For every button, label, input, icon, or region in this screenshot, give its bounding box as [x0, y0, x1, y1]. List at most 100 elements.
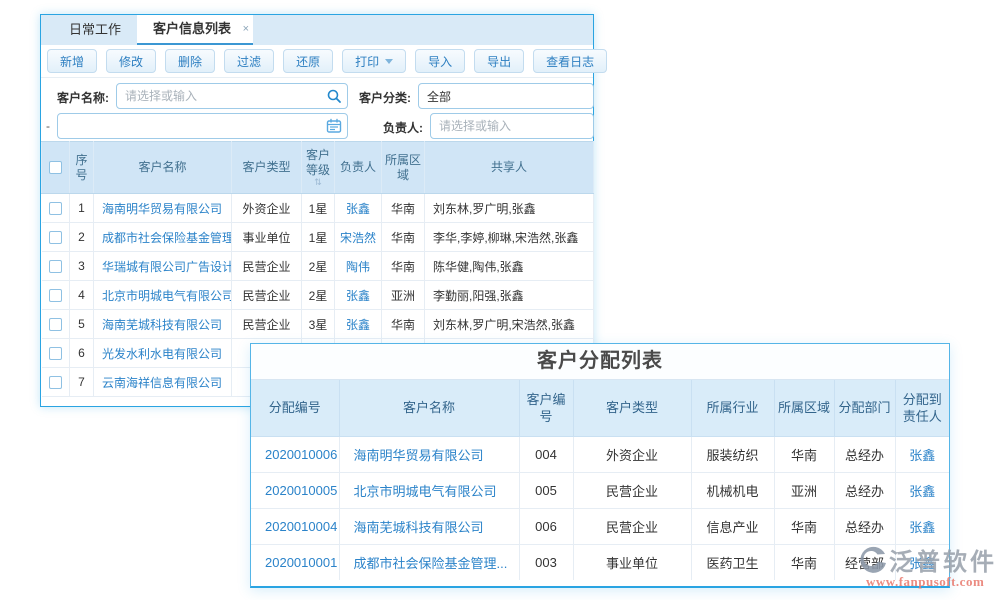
cell-no: 6 — [70, 339, 94, 368]
cell-customer-level: 2星 — [302, 281, 335, 310]
cell-customer-name[interactable]: 海南明华贸易有限公司 — [339, 436, 519, 472]
cell-customer-name[interactable]: 云南海祥信息有限公司 — [94, 368, 232, 397]
cell-region: 华南 — [774, 544, 834, 580]
calendar-icon[interactable] — [326, 118, 342, 134]
row-checkbox[interactable] — [49, 202, 62, 215]
close-icon[interactable]: × — [243, 16, 249, 43]
customer-level-label: 客户等级 — [306, 148, 330, 177]
cell-customer-level: 3星 — [302, 310, 335, 339]
row-checkbox[interactable] — [49, 260, 62, 273]
table-row[interactable]: 2020010005 北京市明城电气有限公司 005 民营企业 机械机电 亚洲 … — [251, 472, 949, 508]
table-row[interactable]: 2020010004 海南芜城科技有限公司 006 民营企业 信息产业 华南 总… — [251, 508, 949, 544]
row-checkbox[interactable] — [49, 231, 62, 244]
edit-button[interactable]: 修改 — [106, 49, 156, 73]
cell-allocation-id[interactable]: 2020010004 — [251, 508, 339, 544]
col-department: 分配部门 — [834, 380, 895, 436]
sort-icon[interactable]: ⇅ — [303, 178, 333, 187]
cell-assignee[interactable]: 张鑫 — [895, 436, 949, 472]
customer-allocation-window: 客户分配列表 分配编号 客户名称 客户编号 客户类型 所属行业 所属区域 分配部… — [250, 343, 950, 588]
import-button[interactable]: 导入 — [415, 49, 465, 73]
cell-customer-name[interactable]: 海南芜城科技有限公司 — [94, 310, 232, 339]
tab-bar: 日常工作 客户信息列表 × — [41, 15, 593, 45]
table-row[interactable]: 5 海南芜城科技有限公司 民营企业 3星 张鑫 华南 刘东林,罗广明,宋浩然,张… — [42, 310, 594, 339]
table-row[interactable]: 2020010001 成都市社会保险基金管理... 003 事业单位 医药卫生 … — [251, 544, 949, 580]
cell-owner[interactable]: 陶伟 — [335, 252, 382, 281]
print-button[interactable]: 打印 — [342, 49, 406, 73]
toolbar: 新增 修改 删除 过滤 还原 打印 导入 导出 查看日志 — [41, 45, 593, 78]
tab-daily-work[interactable]: 日常工作 — [53, 15, 137, 45]
col-region: 所属区域 — [382, 142, 425, 194]
cell-no: 7 — [70, 368, 94, 397]
watermark-brand: 泛普软件 — [889, 542, 997, 577]
allocation-header-row: 分配编号 客户名称 客户编号 客户类型 所属行业 所属区域 分配部门 分配到责任… — [251, 380, 949, 436]
col-allocation-id: 分配编号 — [251, 380, 339, 436]
cell-department: 总经办 — [834, 436, 895, 472]
cell-customer-name[interactable]: 华瑞城有限公司广告设计部 — [94, 252, 232, 281]
customer-category-select[interactable] — [418, 83, 594, 109]
cell-customer-level: 1星 — [302, 223, 335, 252]
customer-name-input[interactable] — [116, 83, 348, 109]
cell-no: 3 — [70, 252, 94, 281]
cell-customer-name[interactable]: 成都市社会保险基金管理... — [339, 544, 519, 580]
cell-customer-type: 民营企业 — [573, 472, 691, 508]
cell-shared: 陈华健,陶伟,张鑫 — [425, 252, 594, 281]
cell-owner[interactable]: 张鑫 — [335, 281, 382, 310]
cell-owner[interactable]: 宋浩然 — [335, 223, 382, 252]
cell-allocation-id[interactable]: 2020010001 — [251, 544, 339, 580]
col-customer-name: 客户名称 — [339, 380, 519, 436]
row-checkbox[interactable] — [49, 376, 62, 389]
table-row[interactable]: 2 成都市社会保险基金管理... 事业单位 1星 宋浩然 华南 李华,李婷,柳琳… — [42, 223, 594, 252]
cell-customer-type: 民营企业 — [232, 252, 302, 281]
view-log-button[interactable]: 查看日志 — [533, 49, 607, 73]
cell-customer-name[interactable]: 海南明华贸易有限公司 — [94, 194, 232, 223]
cell-customer-type: 民营企业 — [232, 281, 302, 310]
cell-customer-level: 1星 — [302, 194, 335, 223]
col-owner: 负责人 — [335, 142, 382, 194]
owner-label: 负责人: — [361, 119, 423, 136]
cell-customer-code: 003 — [519, 544, 573, 580]
cell-allocation-id[interactable]: 2020010006 — [251, 436, 339, 472]
tab-customer-info-list[interactable]: 客户信息列表 × — [137, 15, 253, 45]
new-button[interactable]: 新增 — [47, 49, 97, 73]
table-row[interactable]: 4 北京市明城电气有限公司 民营企业 2星 张鑫 亚洲 李勤丽,阳强,张鑫 — [42, 281, 594, 310]
desktop: 日常工作 客户信息列表 × 新增 修改 删除 过滤 还原 打印 导入 导出 查看… — [0, 0, 1000, 600]
customer-table-header-row: 序号 客户名称 客户类型 客户等级 ⇅ 负责人 所属区域 共享人 — [42, 142, 594, 194]
cell-owner[interactable]: 张鑫 — [335, 194, 382, 223]
cell-customer-name[interactable]: 北京市明城电气有限公司 — [94, 281, 232, 310]
row-checkbox[interactable] — [49, 318, 62, 331]
cell-region: 华南 — [382, 252, 425, 281]
cell-customer-type: 外资企业 — [573, 436, 691, 472]
table-row[interactable]: 2020010006 海南明华贸易有限公司 004 外资企业 服装纺织 华南 总… — [251, 436, 949, 472]
table-row[interactable]: 3 华瑞城有限公司广告设计部 民营企业 2星 陶伟 华南 陈华健,陶伟,张鑫 — [42, 252, 594, 281]
cell-customer-code: 006 — [519, 508, 573, 544]
cell-customer-name[interactable]: 成都市社会保险基金管理... — [94, 223, 232, 252]
cell-assignee[interactable]: 张鑫 — [895, 508, 949, 544]
tab-label: 客户信息列表 — [153, 21, 231, 36]
restore-button[interactable]: 还原 — [283, 49, 333, 73]
row-checkbox[interactable] — [49, 289, 62, 302]
cell-assignee[interactable]: 张鑫 — [895, 472, 949, 508]
date-range-dash: - — [46, 119, 50, 133]
cell-industry: 医药卫生 — [691, 544, 774, 580]
cell-owner[interactable]: 张鑫 — [335, 310, 382, 339]
date-input[interactable] — [57, 113, 348, 139]
cell-region: 华南 — [774, 508, 834, 544]
cell-customer-code: 005 — [519, 472, 573, 508]
cell-no: 4 — [70, 281, 94, 310]
col-customer-type: 客户类型 — [232, 142, 302, 194]
cell-customer-name[interactable]: 光发水利水电有限公司 — [94, 339, 232, 368]
owner-input[interactable] — [430, 113, 594, 139]
cell-shared: 刘东林,罗广明,张鑫 — [425, 194, 594, 223]
row-checkbox[interactable] — [49, 347, 62, 360]
cell-region: 华南 — [774, 436, 834, 472]
cell-customer-name[interactable]: 海南芜城科技有限公司 — [339, 508, 519, 544]
filter-button[interactable]: 过滤 — [224, 49, 274, 73]
export-button[interactable]: 导出 — [474, 49, 524, 73]
cell-customer-name[interactable]: 北京市明城电气有限公司 — [339, 472, 519, 508]
cell-customer-type: 民营企业 — [232, 310, 302, 339]
search-icon[interactable] — [326, 88, 342, 104]
delete-button[interactable]: 删除 — [165, 49, 215, 73]
select-all-checkbox[interactable] — [49, 161, 62, 174]
table-row[interactable]: 1 海南明华贸易有限公司 外资企业 1星 张鑫 华南 刘东林,罗广明,张鑫 — [42, 194, 594, 223]
cell-allocation-id[interactable]: 2020010005 — [251, 472, 339, 508]
